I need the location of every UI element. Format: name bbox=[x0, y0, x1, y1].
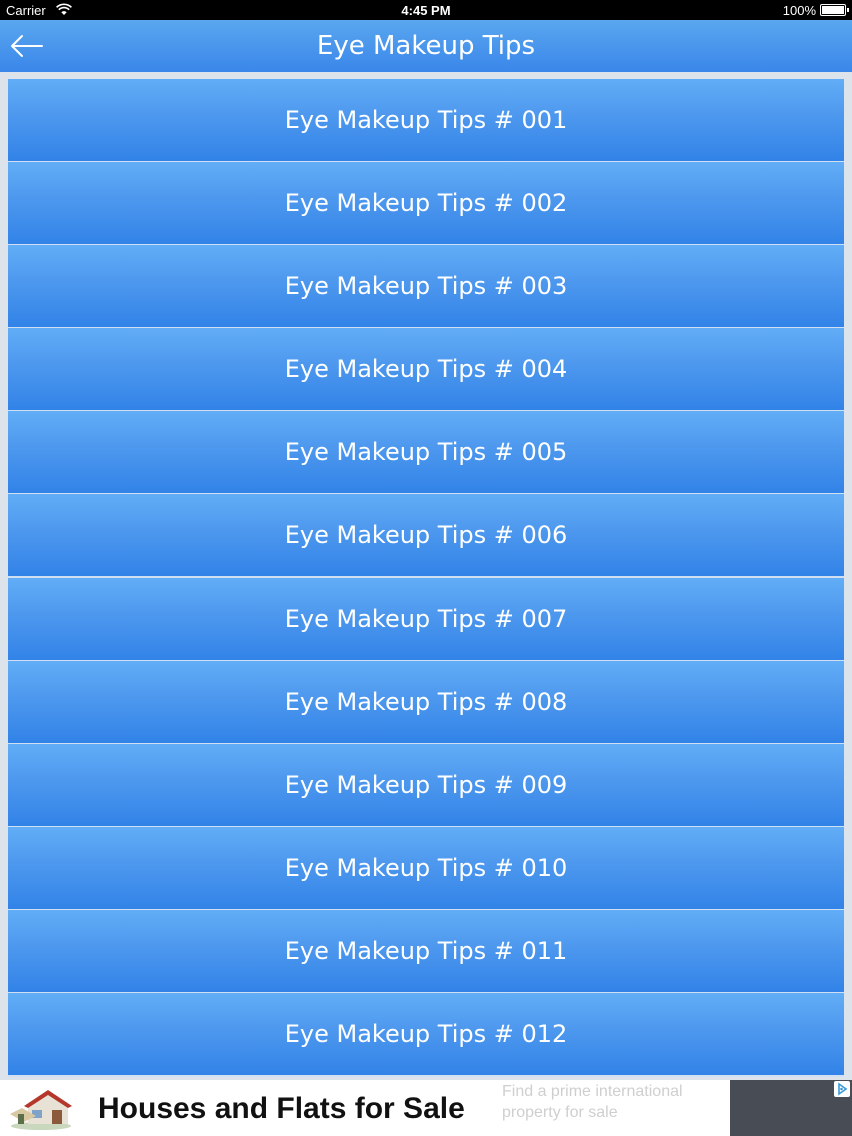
house-icon bbox=[10, 1090, 72, 1130]
status-bar: Carrier 4:45 PM 100% bbox=[0, 0, 852, 20]
list-item-004[interactable]: Eye Makeup Tips # 004 bbox=[8, 328, 844, 410]
battery-icon bbox=[820, 4, 849, 16]
page-title: Eye Makeup Tips bbox=[316, 31, 536, 61]
list-item-003[interactable]: Eye Makeup Tips # 003 bbox=[8, 245, 844, 327]
list-item-012[interactable]: Eye Makeup Tips # 012 bbox=[8, 993, 844, 1075]
list-item-008[interactable]: Eye Makeup Tips # 008 bbox=[8, 661, 844, 743]
list-item-011[interactable]: Eye Makeup Tips # 011 bbox=[8, 910, 844, 992]
list-item-007[interactable]: Eye Makeup Tips # 007 bbox=[8, 578, 844, 660]
list-item-010[interactable]: Eye Makeup Tips # 010 bbox=[8, 827, 844, 909]
list-item-005[interactable]: Eye Makeup Tips # 005 bbox=[8, 411, 844, 493]
battery-percentage: 100% bbox=[782, 3, 816, 18]
list-item-006[interactable]: Eye Makeup Tips # 006 bbox=[8, 494, 844, 576]
list-item-009[interactable]: Eye Makeup Tips # 009 bbox=[8, 744, 844, 826]
ad-description-line: Find a prime international bbox=[502, 1083, 683, 1100]
ad-headline[interactable]: Houses and Flats for Sale bbox=[98, 1092, 465, 1126]
status-time: 4:45 PM bbox=[401, 3, 451, 18]
ad-description-line: property for sale bbox=[502, 1104, 618, 1121]
ad-description: Find a prime international property for … bbox=[502, 1081, 724, 1123]
tips-list: Eye Makeup Tips # 001 Eye Makeup Tips # … bbox=[8, 79, 844, 1077]
ad-banner[interactable]: Houses and Flats for Sale Find a prime i… bbox=[0, 1080, 852, 1136]
list-item-001[interactable]: Eye Makeup Tips # 001 bbox=[8, 79, 844, 161]
navigation-bar: Eye Makeup Tips bbox=[0, 20, 852, 72]
list-item-002[interactable]: Eye Makeup Tips # 002 bbox=[8, 162, 844, 244]
adchoices-icon[interactable] bbox=[834, 1081, 850, 1097]
